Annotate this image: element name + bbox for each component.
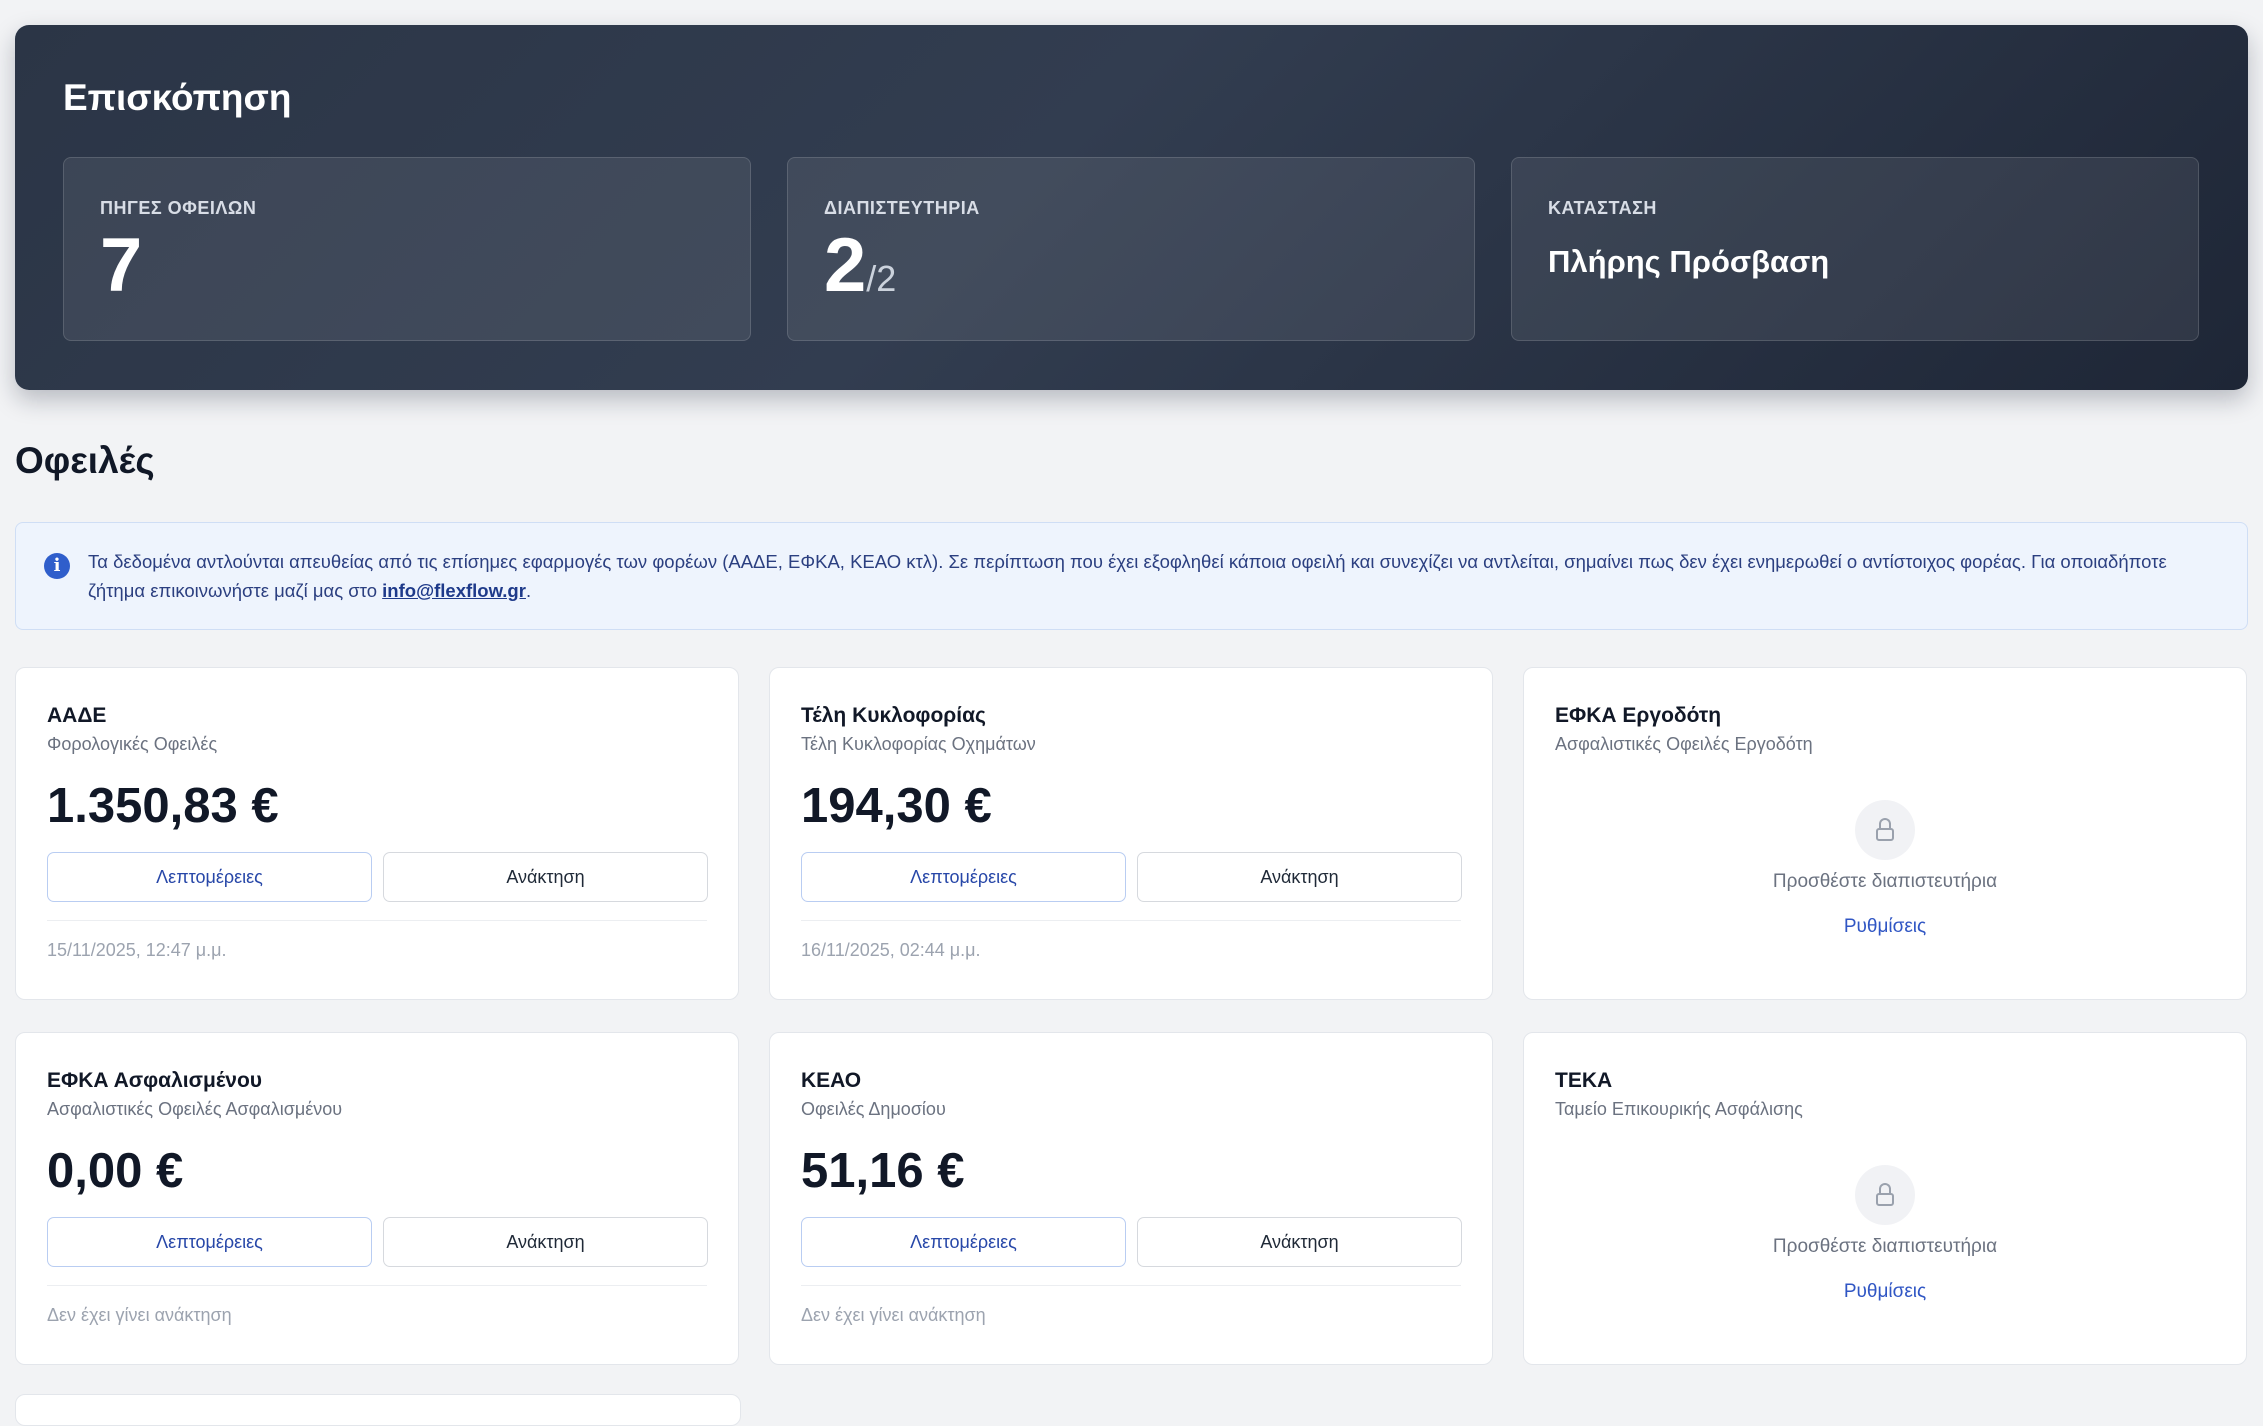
locked-message: Προσθέστε διαπιστευτήρια <box>1772 1236 1998 1257</box>
fetch-button[interactable]: Ανάκτηση <box>383 1217 708 1267</box>
details-button[interactable]: Λεπτομέρειες <box>801 852 1126 902</box>
stat-label: ΚΑΤΑΣΤΑΣΗ <box>1548 198 1657 218</box>
last-fetched: Δεν έχει γίνει ανάκτηση <box>801 1305 986 1325</box>
fetch-button[interactable]: Ανάκτηση <box>1137 852 1462 902</box>
section-title: Οφειλές <box>15 440 155 481</box>
debt-amount: 51,16 € <box>801 1144 965 1198</box>
debt-card-title: Τέλη Κυκλοφορίας <box>801 704 986 727</box>
debt-card-title: ΚΕΑΟ <box>801 1069 862 1092</box>
notice-suffix: . <box>525 580 532 601</box>
stat-value-wrap: 2/2 <box>824 228 896 304</box>
stat-value: 7 <box>100 223 143 308</box>
stat-card-status: ΚΑΤΑΣΤΑΣΗ Πλήρης Πρόσβαση <box>1511 157 2199 341</box>
settings-link[interactable]: Ρυθμίσεις <box>1524 1281 2246 1303</box>
debt-card-partial <box>15 1394 741 1426</box>
divider <box>47 920 707 921</box>
debt-card-title: ΕΦΚΑ Ασφαλισμένου <box>47 1069 263 1092</box>
info-icon: i <box>44 553 70 579</box>
details-button[interactable]: Λεπτομέρειες <box>801 1217 1126 1267</box>
locked-message: Προσθέστε διαπιστευτήρια <box>1772 871 1998 892</box>
email-link[interactable]: info@flexflow.gr <box>382 580 526 601</box>
stat-label: ΔΙΑΠΙΣΤΕΥΤΗΡΙΑ <box>824 198 980 218</box>
debt-amount: 194,30 € <box>801 779 992 833</box>
debt-card-subtitle: Ασφαλιστικές Οφειλές Ασφαλισμένου <box>47 1099 343 1119</box>
stat-card-debt-sources: ΠΗΓΕΣ ΟΦΕΙΛΩΝ 7 <box>63 157 751 341</box>
debt-card-efka-insured: ΕΦΚΑ Ασφαλισμένου Ασφαλιστικές Οφειλές Α… <box>15 1032 739 1365</box>
debt-card-subtitle: Ταμείο Επικουρικής Ασφάλισης <box>1555 1099 1803 1119</box>
debt-card-keao: ΚΕΑΟ Οφειλές Δημοσίου 51,16 € Λεπτομέρει… <box>769 1032 1493 1365</box>
divider <box>801 1285 1461 1286</box>
stat-value: 2 <box>824 223 867 308</box>
lock-icon <box>1855 800 1915 860</box>
info-notice: i Τα δεδομένα αντλούνται απευθείας από τ… <box>15 522 2248 630</box>
details-button[interactable]: Λεπτομέρειες <box>47 1217 372 1267</box>
divider <box>47 1285 707 1286</box>
debt-card-subtitle: Τέλη Κυκλοφορίας Οχημάτων <box>801 734 1036 754</box>
debt-card-road-tax: Τέλη Κυκλοφορίας Τέλη Κυκλοφορίας Οχημάτ… <box>769 667 1493 1000</box>
stat-card-credentials: ΔΙΑΠΙΣΤΕΥΤΗΡΙΑ 2/2 <box>787 157 1475 341</box>
last-fetched: 15/11/2025, 12:47 μ.μ. <box>47 940 227 960</box>
debt-card-subtitle: Φορολογικές Οφειλές <box>47 734 218 754</box>
debt-card-subtitle: Ασφαλιστικές Οφειλές Εργοδότη <box>1555 734 1813 754</box>
notice-text: Τα δεδομένα αντλούνται απευθείας από τις… <box>88 547 2219 605</box>
debt-card-teka: ΤΕΚΑ Ταμείο Επικουρικής Ασφάλισης Προσθέ… <box>1523 1032 2247 1365</box>
settings-link[interactable]: Ρυθμίσεις <box>1524 916 2246 938</box>
last-fetched: Δεν έχει γίνει ανάκτηση <box>47 1305 232 1325</box>
debt-amount: 0,00 € <box>47 1144 184 1198</box>
debt-card-title: ΕΦΚΑ Εργοδότη <box>1555 704 1722 727</box>
fetch-button[interactable]: Ανάκτηση <box>383 852 708 902</box>
stat-value: Πλήρης Πρόσβαση <box>1548 244 1830 279</box>
overview-panel: Επισκόπηση ΠΗΓΕΣ ΟΦΕΙΛΩΝ 7 ΔΙΑΠΙΣΤΕΥΤΗΡΙ… <box>15 25 2248 390</box>
debt-card-subtitle: Οφειλές Δημοσίου <box>801 1099 946 1119</box>
debt-card-efka-employer: ΕΦΚΑ Εργοδότη Ασφαλιστικές Οφειλές Εργοδ… <box>1523 667 2247 1000</box>
stat-label: ΠΗΓΕΣ ΟΦΕΙΛΩΝ <box>100 198 257 218</box>
debt-card-title: ΑΑΔΕ <box>47 704 107 727</box>
debt-card-aade: ΑΑΔΕ Φορολογικές Οφειλές 1.350,83 € Λεπτ… <box>15 667 739 1000</box>
divider <box>801 920 1461 921</box>
lock-icon <box>1855 1165 1915 1225</box>
debt-card-title: ΤΕΚΑ <box>1555 1069 1613 1092</box>
overview-title: Επισκόπηση <box>63 77 292 118</box>
fetch-button[interactable]: Ανάκτηση <box>1137 1217 1462 1267</box>
details-button[interactable]: Λεπτομέρειες <box>47 852 372 902</box>
debt-amount: 1.350,83 € <box>47 779 279 833</box>
stat-value-total: /2 <box>866 258 897 299</box>
last-fetched: 16/11/2025, 02:44 μ.μ. <box>801 940 981 960</box>
